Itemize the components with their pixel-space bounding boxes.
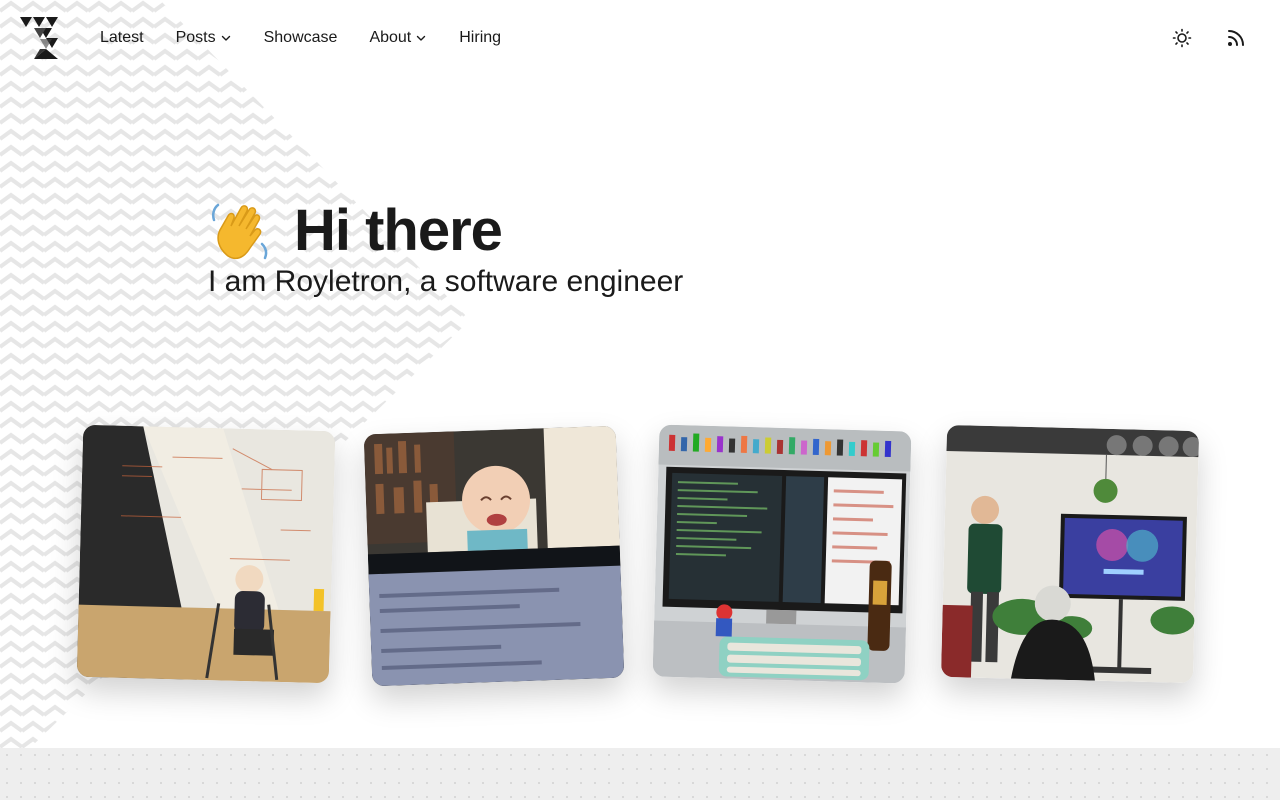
- photo-gallery: [0, 0, 1280, 748]
- photo-desk-setup: [652, 424, 912, 684]
- photo-card-1[interactable]: [76, 424, 336, 684]
- photo-presentation: [940, 424, 1200, 684]
- photo-card-4[interactable]: [940, 424, 1200, 684]
- page: Latest Posts Showcase About Hiring Hi th…: [0, 0, 1280, 800]
- photo-child-whiteboard: [76, 424, 336, 684]
- photo-card-2[interactable]: [363, 425, 625, 687]
- footer-band: [0, 748, 1280, 800]
- photo-card-3[interactable]: [652, 424, 912, 684]
- photo-baby-laptop: [363, 425, 625, 687]
